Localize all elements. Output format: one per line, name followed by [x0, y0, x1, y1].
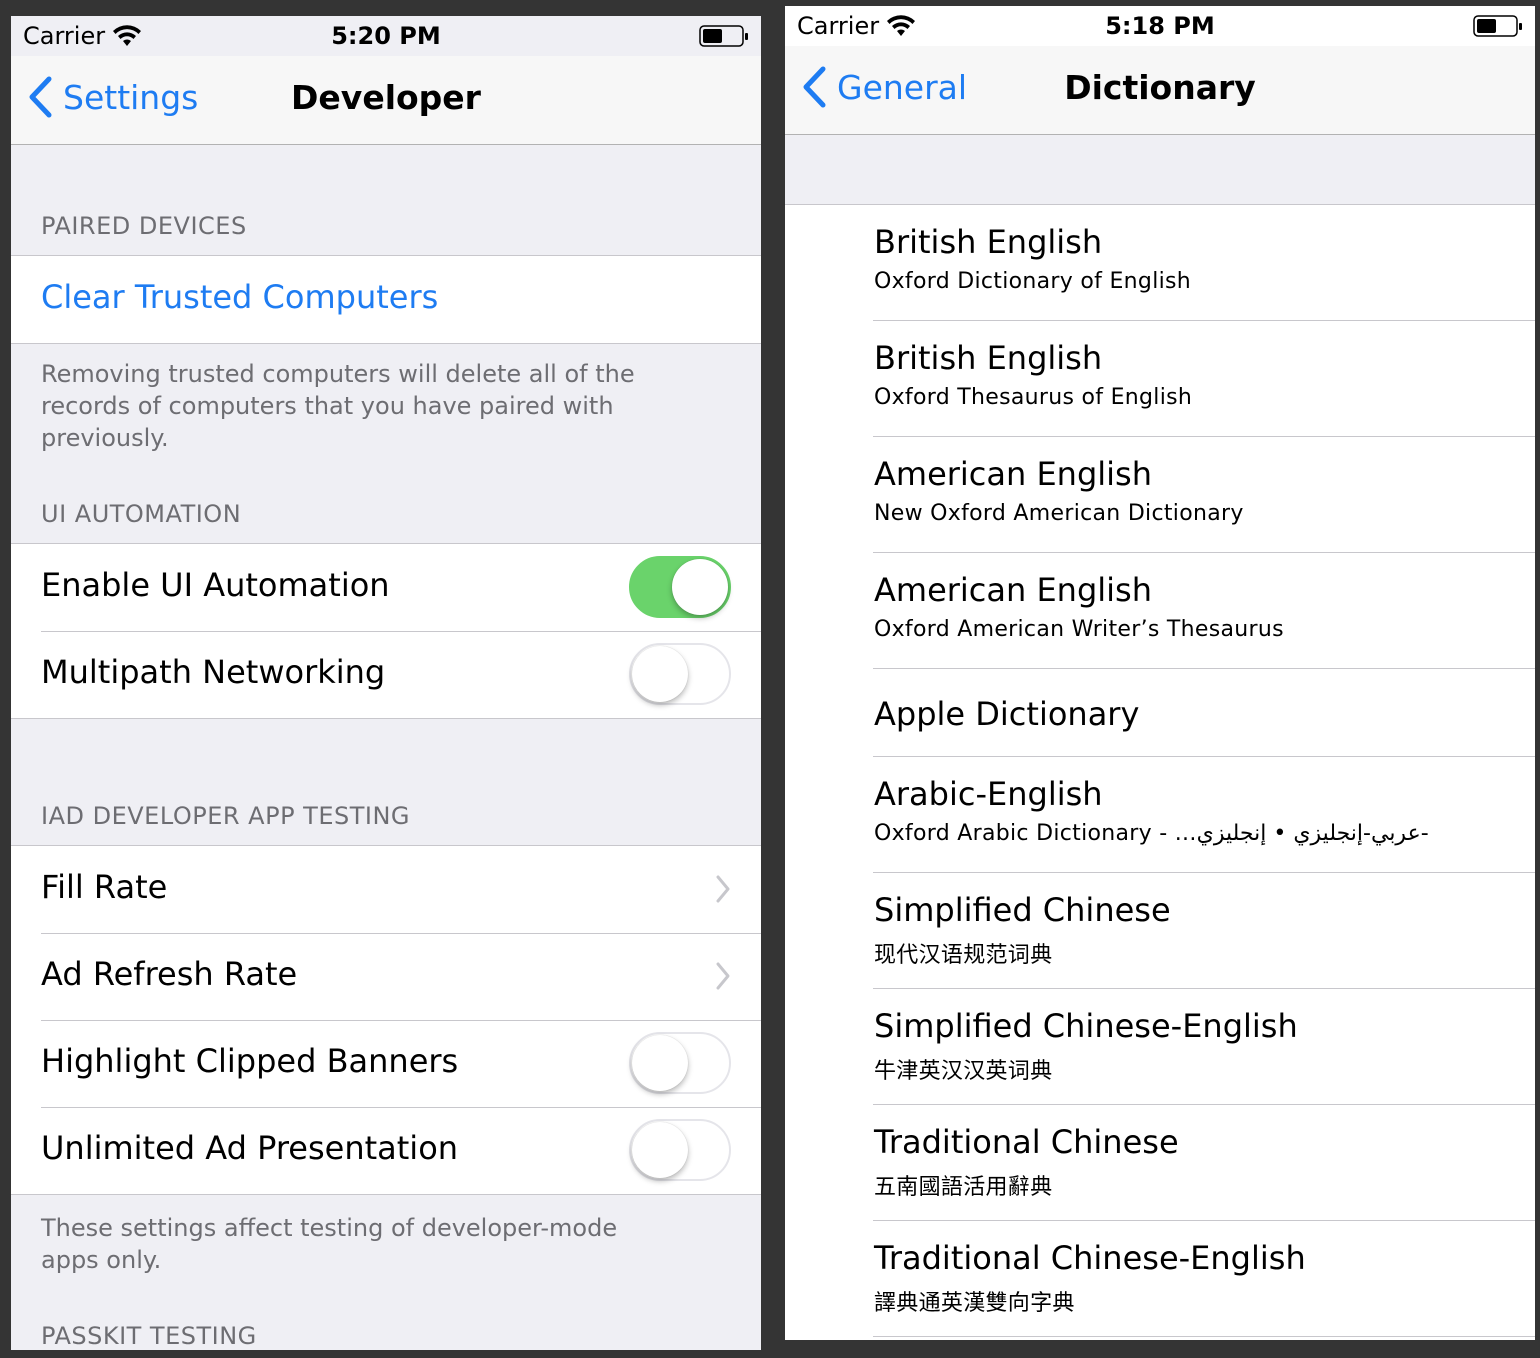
battery-icon: [699, 25, 748, 47]
unlimited-ad-presentation-label: Unlimited Ad Presentation: [41, 1129, 459, 1167]
dictionary-title: Simplified Chinese: [874, 891, 1171, 929]
toggle-knob: [672, 559, 728, 615]
highlight-clipped-banners-label: Highlight Clipped Banners: [41, 1042, 459, 1080]
status-time: 5:20 PM: [331, 22, 441, 50]
ad-refresh-rate-row[interactable]: Ad Refresh Rate: [11, 933, 761, 1020]
dictionary-title: Traditional Chinese-English: [874, 1239, 1306, 1277]
chevron-right-icon: [716, 962, 730, 990]
multipath-networking-label: Multipath Networking: [41, 653, 386, 691]
list-item[interactable]: British English Oxford Dictionary of Eng…: [785, 205, 1535, 321]
list-item[interactable]: British English Oxford Thesaurus of Engl…: [785, 321, 1535, 437]
dictionary-title: Arabic-English: [874, 775, 1103, 813]
section-header-ui-automation: UI AUTOMATION: [41, 500, 242, 528]
ui-automation-group: Enable UI Automation Multipath Networkin…: [11, 543, 761, 719]
dictionary-subtitle: Oxford Dictionary of English: [874, 269, 1192, 294]
section-header-passkit-testing: PASSKIT TESTING: [41, 1322, 257, 1350]
ad-refresh-rate-label: Ad Refresh Rate: [41, 955, 298, 993]
dictionary-subtitle: Oxford Arabic Dictionary - ...عربي-إنجلي…: [874, 821, 1429, 846]
list-item[interactable]: Arabic-English Oxford Arabic Dictionary …: [785, 757, 1535, 873]
fill-rate-row[interactable]: Fill Rate: [11, 846, 761, 933]
dictionary-subtitle: Oxford American Writer’s Thesaurus: [874, 617, 1284, 642]
iad-testing-footer: These settings affect testing of develop…: [41, 1214, 618, 1274]
dictionary-title: Simplified Chinese-English: [874, 1007, 1298, 1045]
list-item[interactable]: Apple Dictionary: [785, 669, 1535, 757]
dictionary-title: British English: [874, 223, 1103, 261]
status-bar: Carrier 5:20 PM: [11, 16, 761, 56]
dictionary-list: British English Oxford Dictionary of Eng…: [785, 204, 1535, 1337]
chevron-right-icon: [716, 875, 730, 903]
list-item[interactable]: American English New Oxford American Dic…: [785, 437, 1535, 553]
enable-ui-automation-label: Enable UI Automation: [41, 566, 390, 604]
toggle-knob: [632, 1035, 688, 1091]
iad-testing-group: Fill Rate Ad Refresh Rate Highlight Clip…: [11, 845, 761, 1195]
dictionary-title: American English: [874, 571, 1152, 609]
dictionary-screen: Carrier 5:18 PM General Dictionary Briti…: [785, 6, 1535, 1340]
list-item[interactable]: Simplified Chinese-English 牛津英汉汉英词典: [785, 989, 1535, 1105]
highlight-clipped-banners-toggle[interactable]: [629, 1032, 731, 1094]
navigation-bar: General Dictionary: [785, 46, 1535, 135]
clear-trusted-computers-button[interactable]: Clear Trusted Computers: [41, 278, 438, 316]
list-item[interactable]: Traditional Chinese 五南國語活用辭典: [785, 1105, 1535, 1221]
developer-settings-screen: Carrier 5:20 PM Settings Developer PAIRE…: [11, 16, 761, 1350]
unlimited-ad-presentation-toggle[interactable]: [629, 1119, 731, 1181]
dictionary-title: British English: [874, 339, 1103, 377]
navigation-bar: Settings Developer: [11, 56, 761, 145]
multipath-networking-toggle[interactable]: [629, 643, 731, 705]
dictionary-subtitle: Oxford Thesaurus of English: [874, 385, 1193, 410]
dictionary-subtitle: 现代汉语规范词典: [874, 943, 1053, 968]
dictionary-title: Traditional Chinese: [874, 1123, 1179, 1161]
dictionary-subtitle: New Oxford American Dictionary: [874, 501, 1244, 526]
page-title: Dictionary: [1064, 68, 1256, 107]
enable-ui-automation-toggle[interactable]: [629, 556, 731, 618]
unlimited-ad-presentation-row: Unlimited Ad Presentation: [11, 1107, 761, 1194]
status-bar: Carrier 5:18 PM: [785, 6, 1535, 46]
section-spacer: [785, 135, 1535, 204]
list-item[interactable]: Simplified Chinese 现代汉语规范词典: [785, 873, 1535, 989]
toggle-knob: [632, 646, 688, 702]
page-title: Developer: [291, 78, 481, 117]
enable-ui-automation-row: Enable UI Automation: [11, 544, 761, 631]
status-time: 5:18 PM: [1105, 12, 1215, 40]
dictionary-title: American English: [874, 455, 1152, 493]
highlight-clipped-banners-row: Highlight Clipped Banners: [11, 1020, 761, 1107]
list-item[interactable]: Traditional Chinese-English 譯典通英漢雙向字典: [785, 1221, 1535, 1337]
dictionary-title: Apple Dictionary: [874, 695, 1140, 733]
section-header-iad-testing: IAD DEVELOPER APP TESTING: [41, 802, 411, 830]
battery-icon: [1473, 15, 1522, 37]
dictionary-subtitle: 譯典通英漢雙向字典: [874, 1291, 1075, 1316]
fill-rate-label: Fill Rate: [41, 868, 168, 906]
clear-trusted-computers-row[interactable]: Clear Trusted Computers: [11, 256, 761, 343]
dictionary-subtitle: 牛津英汉汉英词典: [874, 1059, 1053, 1084]
multipath-networking-row: Multipath Networking: [11, 631, 761, 718]
paired-devices-group: Clear Trusted Computers: [11, 255, 761, 344]
paired-devices-footer: Removing trusted computers will delete a…: [41, 360, 635, 452]
list-item[interactable]: American English Oxford American Writer’…: [785, 553, 1535, 669]
section-header-paired-devices: PAIRED DEVICES: [41, 212, 247, 240]
toggle-knob: [632, 1122, 688, 1178]
dictionary-subtitle: 五南國語活用辭典: [874, 1175, 1053, 1200]
